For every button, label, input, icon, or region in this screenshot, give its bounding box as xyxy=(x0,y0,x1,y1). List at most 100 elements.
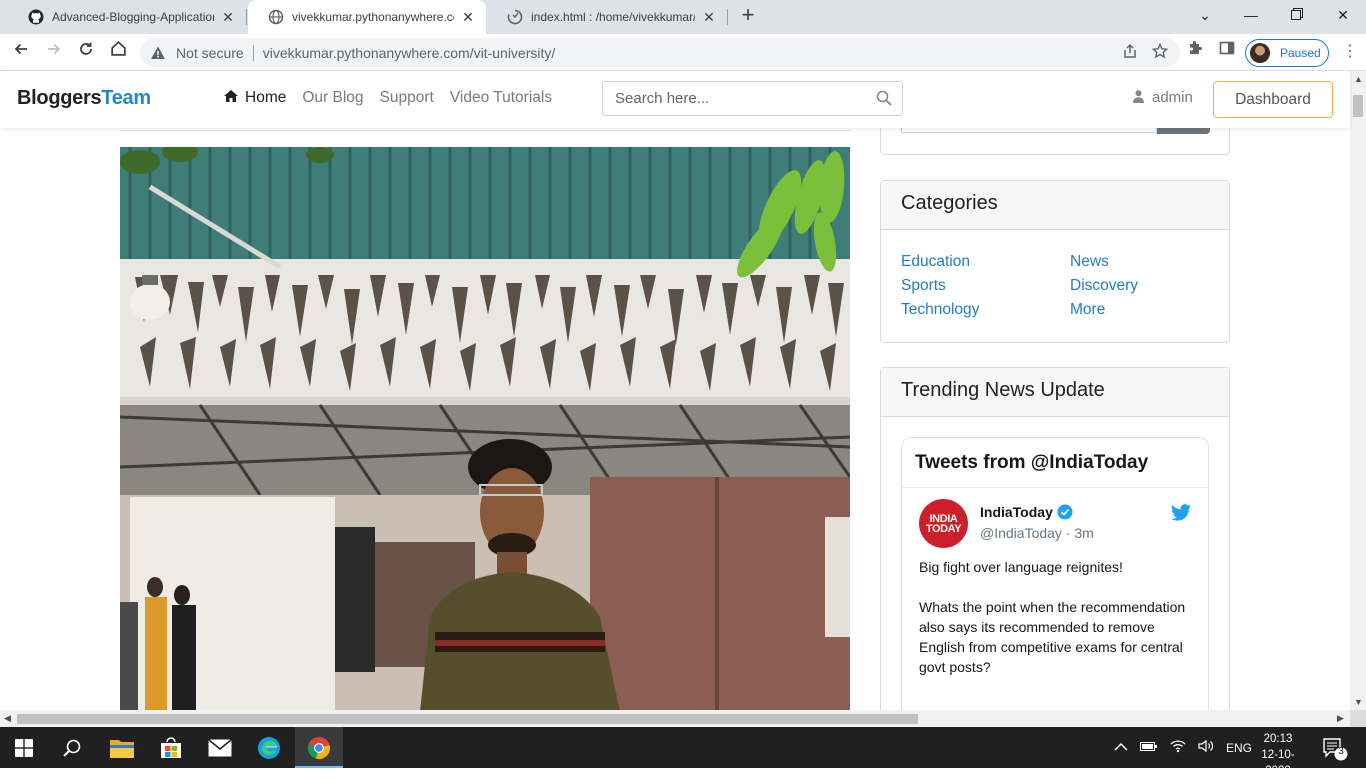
star-icon[interactable] xyxy=(1152,43,1168,59)
scroll-right-icon[interactable]: ▶ xyxy=(1337,713,1344,724)
menu-icon[interactable]: ⋮ xyxy=(1342,40,1358,64)
trending-card: Trending News Update Tweets from @IndiaT… xyxy=(880,367,1230,710)
category-discovery[interactable]: Discovery xyxy=(1070,276,1220,295)
minimize-button[interactable]: — xyxy=(1228,0,1274,30)
nav-support[interactable]: Support xyxy=(380,89,434,107)
nav-video-tutorials[interactable]: Video Tutorials xyxy=(450,89,552,107)
tweet-author[interactable]: IndiaToday xyxy=(980,504,1073,520)
category-education[interactable]: Education xyxy=(901,252,1070,271)
home-icon xyxy=(110,40,126,56)
url-text[interactable]: vivekkumar.pythonanywhere.com/vit-univer… xyxy=(263,45,556,61)
edge-button[interactable] xyxy=(245,727,293,768)
address-bar[interactable]: Not secure vivekkumar.pythonanywhere.com… xyxy=(140,38,1180,67)
chrome-button[interactable] xyxy=(295,727,343,768)
close-tab-icon[interactable]: ✕ xyxy=(220,9,236,26)
post-image xyxy=(120,147,850,710)
tab-title: index.html : /home/vivekkumar/E xyxy=(531,10,695,24)
twitter-embed[interactable]: Tweets from @IndiaToday INDIA TODAY Indi… xyxy=(901,437,1209,710)
file-explorer-button[interactable] xyxy=(98,727,146,768)
wifi-icon[interactable] xyxy=(1170,739,1186,756)
category-technology[interactable]: Technology xyxy=(901,300,1070,319)
home-button[interactable] xyxy=(106,40,130,64)
new-tab-button[interactable]: + xyxy=(736,4,760,28)
windows-taskbar: ENG 20:13 12-10-2022 3 xyxy=(0,727,1366,777)
user-menu[interactable]: admin xyxy=(1133,89,1193,106)
site-navbar: BloggersTeam Home Our Blog Support Video… xyxy=(0,71,1350,128)
arrow-right-icon xyxy=(48,43,61,55)
category-more[interactable]: More xyxy=(1070,300,1220,319)
search-icon[interactable] xyxy=(876,90,892,106)
reload-icon xyxy=(80,42,92,55)
restore-button[interactable] xyxy=(1274,0,1320,30)
trending-title: Trending News Update xyxy=(881,368,1229,417)
tweet-line: Big fight over language reignites! xyxy=(919,559,1123,575)
browser-tab-active[interactable]: vivekkumar.pythonanywhere.con ✕ xyxy=(248,0,486,34)
horizontal-scrollbar[interactable]: ◀ ▶ xyxy=(0,710,1350,727)
nav-home[interactable]: Home xyxy=(224,89,286,107)
store-button[interactable] xyxy=(147,727,195,768)
horizontal-scroll-thumb[interactable] xyxy=(17,714,918,724)
close-window-button[interactable]: ✕ xyxy=(1320,0,1366,30)
vertical-scrollbar[interactable]: ▲ ▼ xyxy=(1350,71,1366,711)
start-button[interactable] xyxy=(0,727,48,768)
side-panel-button[interactable] xyxy=(1215,40,1239,64)
security-status[interactable]: Not secure xyxy=(176,45,244,61)
nav-our-blog[interactable]: Our Blog xyxy=(302,89,363,107)
embed-title[interactable]: Tweets from @IndiaToday xyxy=(902,438,1208,488)
back-button[interactable] xyxy=(9,40,33,64)
browser-tab-strip: Advanced-Blogging-Application/ ✕ vivekku… xyxy=(0,0,1366,34)
india-today-logo[interactable]: INDIA TODAY xyxy=(919,499,968,548)
search-button[interactable] xyxy=(48,727,96,768)
scroll-down-icon[interactable]: ▼ xyxy=(1354,697,1363,707)
site-search xyxy=(602,81,903,116)
omnibox-divider xyxy=(252,44,254,61)
close-tab-icon[interactable]: ✕ xyxy=(701,9,717,26)
close-tab-icon[interactable]: ✕ xyxy=(460,9,476,26)
profile-button[interactable]: Paused xyxy=(1245,39,1329,67)
tweet-handle[interactable]: @IndiaToday · 3m xyxy=(980,525,1094,541)
mail-icon xyxy=(208,738,232,756)
tab-search-icon[interactable]: ⌄ xyxy=(1182,0,1228,30)
windows-icon xyxy=(15,738,33,757)
forward-button[interactable] xyxy=(42,40,66,64)
system-clock[interactable]: 20:13 12-10-2022 xyxy=(1252,731,1304,779)
mail-button[interactable] xyxy=(196,727,244,768)
clock-time: 20:13 xyxy=(1263,733,1293,745)
scroll-up-icon[interactable]: ▲ xyxy=(1354,74,1363,84)
restore-icon xyxy=(1291,8,1303,20)
home-icon xyxy=(224,90,238,105)
notification-icon xyxy=(1323,738,1348,761)
share-icon[interactable] xyxy=(1122,43,1138,59)
sidebar-search-widget xyxy=(880,128,1230,155)
profile-status: Paused xyxy=(1280,46,1321,60)
store-icon xyxy=(161,736,181,758)
tab-title: vivekkumar.pythonanywhere.con xyxy=(292,10,454,24)
site-logo[interactable]: BloggersTeam xyxy=(17,87,151,110)
sidebar-search-input[interactable] xyxy=(901,128,1157,133)
arrow-left-icon xyxy=(14,43,27,55)
categories-card: Categories Education News Sports Discove… xyxy=(880,180,1230,343)
battery-icon[interactable] xyxy=(1140,740,1158,755)
vertical-scroll-thumb[interactable] xyxy=(1353,95,1363,117)
user-icon xyxy=(1133,89,1144,106)
search-input[interactable] xyxy=(603,82,853,115)
language-indicator[interactable]: ENG xyxy=(1226,741,1252,755)
reload-button[interactable] xyxy=(74,40,98,64)
chevron-up-icon[interactable] xyxy=(1114,741,1128,755)
brand-name: Bloggers xyxy=(17,87,102,109)
dashboard-button[interactable]: Dashboard xyxy=(1213,81,1333,118)
sidebar-search-button[interactable] xyxy=(1157,128,1210,134)
browser-tab-github[interactable]: Advanced-Blogging-Application/ ✕ xyxy=(8,0,246,34)
browser-toolbar: Not secure vivekkumar.pythonanywhere.com… xyxy=(0,34,1366,71)
omnibox-actions xyxy=(1122,43,1168,59)
brand-accent: Team xyxy=(101,87,151,109)
notifications-button[interactable]: 3 xyxy=(1318,735,1350,761)
category-sports[interactable]: Sports xyxy=(901,276,1070,295)
categories-list: Education News Sports Discovery Technolo… xyxy=(881,230,1229,337)
browser-tab-editor[interactable]: index.html : /home/vivekkumar/E ✕ xyxy=(487,0,727,34)
scroll-left-icon[interactable]: ◀ xyxy=(4,713,11,724)
extensions-button[interactable] xyxy=(1183,40,1207,64)
volume-icon[interactable] xyxy=(1198,739,1214,756)
twitter-bird-icon[interactable] xyxy=(1170,502,1192,524)
category-news[interactable]: News xyxy=(1070,252,1220,271)
